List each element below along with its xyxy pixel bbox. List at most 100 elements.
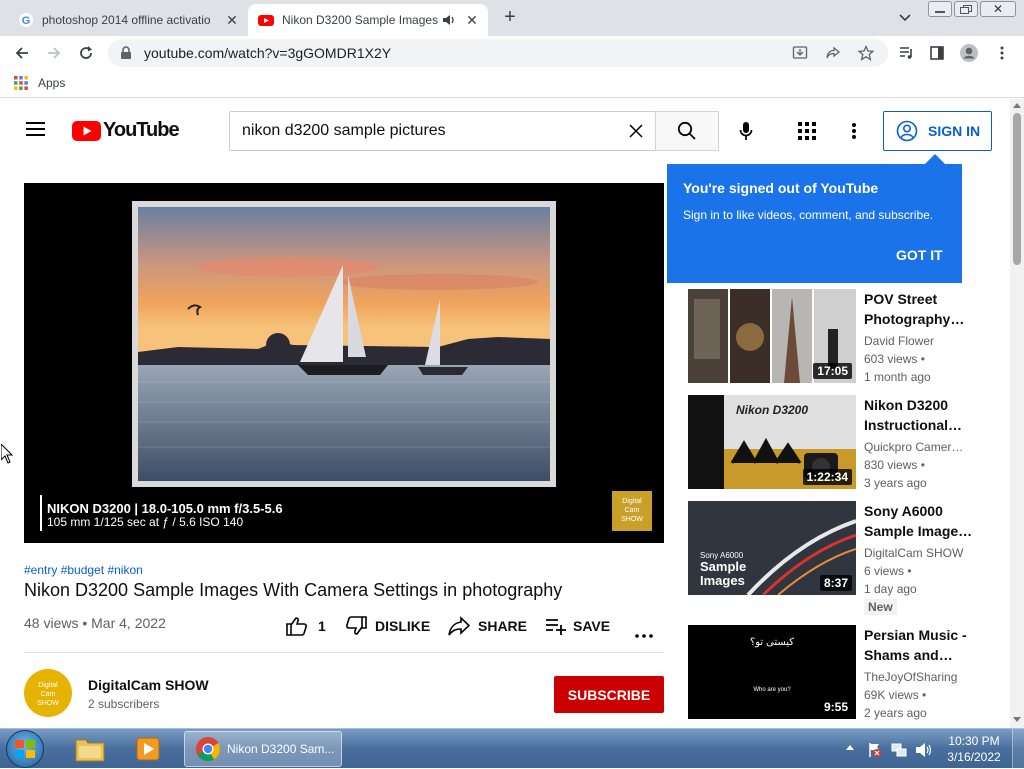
save-button[interactable]: SAVE [545, 616, 610, 636]
hashtag-link[interactable]: #entry [24, 563, 57, 577]
duration-badge: 1:22:34 [802, 469, 852, 485]
clock-date[interactable]: 3/16/2022 [946, 750, 1002, 764]
bookmark-star-icon[interactable] [857, 44, 875, 61]
apps-shortcut[interactable]: Apps [14, 76, 65, 90]
share-page-icon[interactable] [825, 45, 841, 61]
explorer-taskbar-button[interactable] [66, 731, 114, 767]
close-tab-icon[interactable]: ✕ [222, 12, 242, 29]
settings-menu-icon[interactable] [851, 122, 857, 140]
got-it-button[interactable]: GOT IT [896, 247, 943, 263]
volume-icon[interactable] [915, 742, 933, 758]
suggestion-title: POV Street Photography… [864, 291, 965, 327]
suggestion-thumbnail: کیستی تو؟ Who are you? 9:55 [688, 625, 856, 719]
suggestion-item[interactable]: Nikon D3200 1:22:34 Nikon D3200 Instruct… [688, 395, 978, 491]
subscribe-button[interactable]: SUBSCRIBE [554, 676, 664, 713]
suggestion-thumbnail: 17:05 [688, 289, 856, 383]
svg-text:G: G [22, 15, 31, 27]
share-button[interactable]: SHARE [448, 616, 527, 636]
suggestion-channel: DigitalCam SHOW [864, 546, 964, 560]
new-tab-button[interactable]: + [498, 6, 522, 30]
profile-icon[interactable] [957, 41, 981, 65]
chrome-task-label: Nikon D3200 Sam... [227, 742, 335, 756]
thumb-text-line: کیستی تو؟ [749, 637, 795, 648]
suggestion-title: Persian Music - Shams and… [864, 627, 967, 663]
hashtag-link[interactable]: #nikon [107, 563, 142, 577]
guide-menu-icon[interactable] [26, 121, 46, 137]
suggestion-views: 830 views • [864, 458, 925, 472]
share-label: SHARE [478, 618, 528, 634]
divider [24, 652, 664, 653]
clock-time[interactable]: 10:30 PM [946, 734, 1002, 748]
suggestion-thumbnail: Nikon D3200 1:22:34 [688, 395, 856, 489]
scroll-up-arrow[interactable] [1013, 103, 1021, 108]
youtube-page: YouTube nikon d3200 sample pictures SIGN… [0, 99, 1010, 728]
page-scrollbar[interactable] [1010, 99, 1024, 728]
youtube-logo[interactable]: YouTube [72, 119, 180, 142]
back-icon[interactable] [10, 41, 34, 65]
channel-watermark[interactable]: Digital Cam SHOW [612, 491, 652, 531]
like-button[interactable]: 1 [286, 616, 326, 636]
close-window-button[interactable]: ✕ [980, 1, 1016, 17]
restore-button[interactable] [954, 1, 978, 17]
show-hidden-icons[interactable] [846, 745, 854, 750]
duration-badge: 8:37 [819, 575, 852, 591]
thumb-text: Nikon D3200 [736, 403, 809, 417]
forward-icon[interactable] [42, 41, 66, 65]
popup-body: Sign in to like videos, comment, and sub… [683, 208, 934, 222]
scrollbar-thumb[interactable] [1013, 113, 1021, 265]
channel-name[interactable]: DigitalCam SHOW [88, 677, 209, 693]
new-badge: New [864, 599, 897, 615]
tab-search-icon[interactable] [896, 8, 914, 26]
more-actions-icon[interactable] [635, 625, 653, 638]
share-icon [448, 616, 470, 636]
browser-menu-icon[interactable] [990, 41, 1014, 65]
suggestion-item[interactable]: 17:05 POV Street Photography… David Flow… [688, 289, 978, 385]
chrome-taskbar-button[interactable]: Nikon D3200 Sam... [184, 731, 342, 767]
suggestion-title: Sony A6000 Sample Image… [864, 503, 973, 539]
suggestion-item[interactable]: Sony A6000 Sample Images 8:37 Sony A6000… [688, 501, 978, 615]
chrome-icon [196, 737, 221, 762]
search-button[interactable] [655, 111, 719, 151]
video-player[interactable]: NIKON D3200 | 18.0-105.0 mm f/3.5-5.6 10… [24, 183, 664, 543]
media-control-icon[interactable] [894, 41, 918, 65]
minimize-button[interactable] [928, 1, 952, 17]
sign-in-button[interactable]: SIGN IN [883, 111, 992, 151]
action-center-icon[interactable] [866, 742, 882, 758]
audio-playing-icon[interactable] [442, 13, 456, 27]
avatar-line: Cam [40, 691, 56, 698]
tab-photoshop[interactable]: G photoshop 2014 offline activatio ✕ [8, 4, 248, 36]
duration-badge: 17:05 [813, 363, 852, 379]
dislike-button[interactable]: DISLIKE [345, 616, 430, 636]
channel-avatar[interactable]: Digital Cam SHOW [24, 669, 72, 717]
media-player-taskbar-button[interactable] [124, 731, 172, 767]
side-panel-icon[interactable] [925, 41, 949, 65]
hashtag-link[interactable]: #budget [61, 563, 104, 577]
views-date: 48 views • Mar 4, 2022 [24, 615, 166, 631]
suggestion-thumbnail: Sony A6000 Sample Images 8:37 [688, 501, 856, 595]
video-caption-line1: NIKON D3200 | 18.0-105.0 mm f/3.5-5.6 [47, 501, 283, 516]
masthead: YouTube nikon d3200 sample pictures SIGN… [0, 99, 1010, 159]
suggestion-channel: TheJoyOfSharing [864, 670, 958, 684]
url-text: youtube.com/watch?v=3gGOMDR1X2Y [144, 45, 392, 61]
thumb-text-line: Images [700, 573, 745, 588]
scroll-down-arrow[interactable] [1013, 717, 1021, 722]
signed-out-popup: You're signed out of YouTube Sign in to … [667, 164, 962, 283]
close-tab-icon[interactable]: ✕ [462, 12, 482, 29]
bookmarks-bar: Apps [0, 70, 1024, 98]
youtube-logo-text: YouTube [103, 119, 180, 141]
address-bar[interactable]: youtube.com/watch?v=3gGOMDR1X2Y [108, 39, 888, 67]
youtube-icon [258, 15, 274, 26]
start-button[interactable] [6, 730, 44, 768]
suggestion-item[interactable]: کیستی تو؟ Who are you? 9:55 Persian Musi… [688, 625, 978, 721]
voice-search-button[interactable] [738, 121, 754, 141]
install-icon[interactable] [792, 45, 808, 61]
show-desktop-button[interactable] [1012, 729, 1024, 769]
clear-search-icon[interactable] [628, 123, 644, 139]
network-icon[interactable] [891, 742, 907, 758]
dislike-label: DISLIKE [375, 618, 431, 634]
reload-icon[interactable] [74, 41, 98, 65]
tab-youtube[interactable]: Nikon D3200 Sample Images ✕ [248, 4, 488, 36]
apps-icon[interactable] [798, 122, 816, 140]
search-input[interactable]: nikon d3200 sample pictures [229, 111, 656, 151]
watermark-line: Cam [624, 507, 640, 514]
